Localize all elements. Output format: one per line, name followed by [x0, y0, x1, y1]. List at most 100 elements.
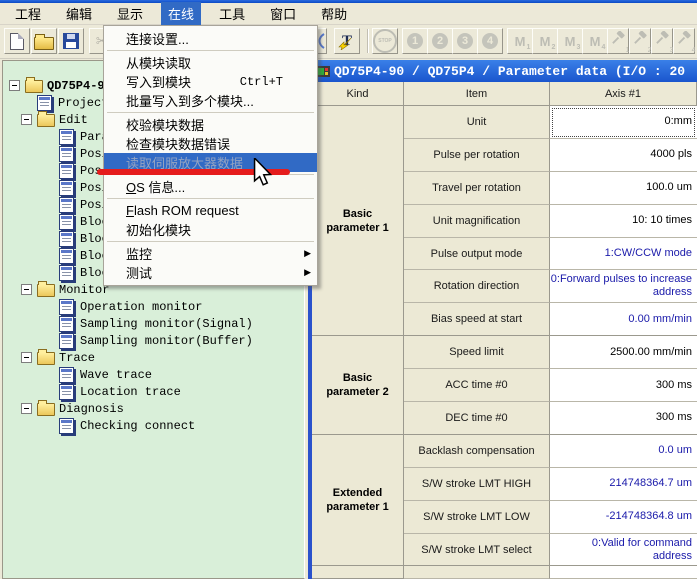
document-icon: [59, 367, 74, 383]
new-button[interactable]: [4, 28, 30, 54]
value-cell[interactable]: 0.00 mm/min: [550, 303, 697, 336]
folder-icon: [25, 80, 43, 93]
collapse-icon[interactable]: [21, 352, 32, 363]
tree-item-operation-monitor[interactable]: Operation monitor: [3, 298, 304, 315]
menu-item-verify-module-data[interactable]: 校验模块数据: [104, 115, 317, 134]
menu-item-batch-write[interactable]: 批量写入到多个模块...: [104, 91, 317, 110]
value-cell[interactable]: -214748364.8 um: [550, 501, 697, 534]
axis3-button: 3: [452, 28, 478, 54]
menu-help[interactable]: 帮助: [314, 2, 354, 25]
parameter-table: Kind Item Axis #1 Basic parameter 1 Basi…: [312, 82, 697, 579]
item-label: Unit magnification: [404, 205, 550, 238]
stop-button: STOP: [372, 28, 398, 54]
item-label: Travel per rotation: [404, 172, 550, 205]
value-cell[interactable]: 0:mm: [550, 106, 697, 139]
menu-tools[interactable]: 工具: [212, 2, 252, 25]
write-to-module-button[interactable]: T: [334, 28, 360, 54]
collapse-icon[interactable]: [21, 114, 32, 125]
tree-item-sampling-signal[interactable]: Sampling monitor(Signal): [3, 315, 304, 332]
open-button[interactable]: [31, 28, 57, 54]
value-cell[interactable]: 2500.00 mm/min: [550, 336, 697, 369]
menu-item-write-to-module[interactable]: 写入到模块Ctrl+T: [104, 72, 317, 91]
value-cell[interactable]: 300 ms: [550, 402, 697, 435]
monitor2-button: M2: [532, 28, 558, 54]
collapse-icon[interactable]: [21, 284, 32, 295]
monitor4-icon: M4: [590, 34, 601, 49]
menu-online[interactable]: 在线: [161, 2, 201, 25]
hammer2-icon: 2: [633, 31, 648, 51]
document-icon: [59, 231, 74, 247]
menu-item-check-module-error[interactable]: 检查模块数据错误: [104, 134, 317, 153]
document-icon: [59, 316, 74, 332]
value-cell[interactable]: 0:Valid for command address: [550, 534, 697, 567]
axis3-icon: 3: [457, 33, 473, 49]
menu-item-os-info[interactable]: OS 信息...: [104, 177, 317, 196]
item-label: Pulse output mode: [404, 238, 550, 271]
menu-separator: [107, 112, 314, 113]
menu-item-test[interactable]: 测试▶: [104, 263, 317, 282]
tree-item-trace[interactable]: Trace: [3, 349, 304, 366]
value-cell[interactable]: 0.0 um: [550, 435, 697, 468]
item-partial: [404, 566, 550, 579]
menu-edit[interactable]: 编辑: [59, 2, 99, 25]
value-cell[interactable]: 0:Forward pulses to increase address: [550, 270, 697, 303]
value-cell[interactable]: 100.0 um: [550, 172, 697, 205]
axis2-icon: 2: [432, 33, 448, 49]
document-icon: [59, 180, 74, 196]
tree-item-diagnosis[interactable]: Diagnosis: [3, 400, 304, 417]
test3-button: 3: [651, 28, 673, 54]
item-label: Unit: [404, 106, 550, 139]
axis1-button: 1: [402, 28, 428, 54]
save-button[interactable]: [58, 28, 84, 54]
item-label: DEC time #0: [404, 402, 550, 435]
value-cell[interactable]: 300 ms: [550, 369, 697, 402]
document-icon: [59, 418, 74, 434]
document-icon: [59, 146, 74, 162]
save-icon: [63, 33, 79, 49]
tree-item-checking-connect[interactable]: Checking connect: [3, 417, 304, 434]
item-label: Speed limit: [404, 336, 550, 369]
value-cell[interactable]: 10: 10 times: [550, 205, 697, 238]
column-header-item[interactable]: Item: [404, 82, 550, 106]
shortcut-label: Ctrl+T: [240, 75, 311, 89]
menu-project[interactable]: 工程: [8, 2, 48, 25]
folder-icon: [37, 114, 55, 127]
value-cell[interactable]: 4000 pls: [550, 139, 697, 172]
item-label: Backlash compensation: [404, 435, 550, 468]
test1-button: 1: [607, 28, 629, 54]
document-icon: [59, 214, 74, 230]
kind-partial: [312, 566, 404, 579]
value-partial: [550, 566, 697, 579]
tree-item-wave-trace[interactable]: Wave trace: [3, 366, 304, 383]
tree-item-sampling-buffer[interactable]: Sampling monitor(Buffer): [3, 332, 304, 349]
menu-item-initialize-module[interactable]: 初始化模块: [104, 220, 317, 239]
menu-item-read-from-module[interactable]: 从模块读取: [104, 53, 317, 72]
monitor1-icon: M1: [515, 34, 526, 49]
monitor3-button: M3: [557, 28, 583, 54]
menu-separator: [107, 50, 314, 51]
value-cell[interactable]: 1:CW/CCW mode: [550, 238, 697, 271]
mouse-cursor: [252, 158, 274, 188]
parameter-window-titlebar[interactable]: QD75P4-90 / QD75P4 / Parameter data (I/O…: [312, 60, 697, 82]
menu-separator: [107, 241, 314, 242]
menu-item-connection-setup[interactable]: 连接设置...: [104, 29, 317, 48]
menu-window[interactable]: 窗口: [263, 2, 303, 25]
menu-view[interactable]: 显示: [110, 2, 150, 25]
document-icon: [59, 163, 74, 179]
collapse-icon[interactable]: [21, 403, 32, 414]
menu-item-monitor[interactable]: 监控▶: [104, 244, 317, 263]
folder-icon: [37, 284, 55, 297]
tree-item-location-trace[interactable]: Location trace: [3, 383, 304, 400]
submenu-arrow-icon: ▶: [304, 267, 311, 278]
hammer3-icon: 3: [655, 31, 670, 51]
hammer4-icon: 4: [677, 31, 692, 51]
stop-icon: STOP: [373, 29, 397, 53]
menubar: 工程 编辑 显示 在线 工具 窗口 帮助: [0, 3, 697, 25]
menu-item-flash-rom-request[interactable]: Flash ROM request: [104, 201, 317, 220]
value-cell[interactable]: 214748364.7 um: [550, 468, 697, 501]
monitor1-button: M1: [507, 28, 533, 54]
monitor3-icon: M3: [565, 34, 576, 49]
column-header-axis1[interactable]: Axis #1: [550, 82, 697, 106]
column-header-kind[interactable]: Kind: [312, 82, 404, 106]
collapse-icon[interactable]: [9, 80, 20, 91]
